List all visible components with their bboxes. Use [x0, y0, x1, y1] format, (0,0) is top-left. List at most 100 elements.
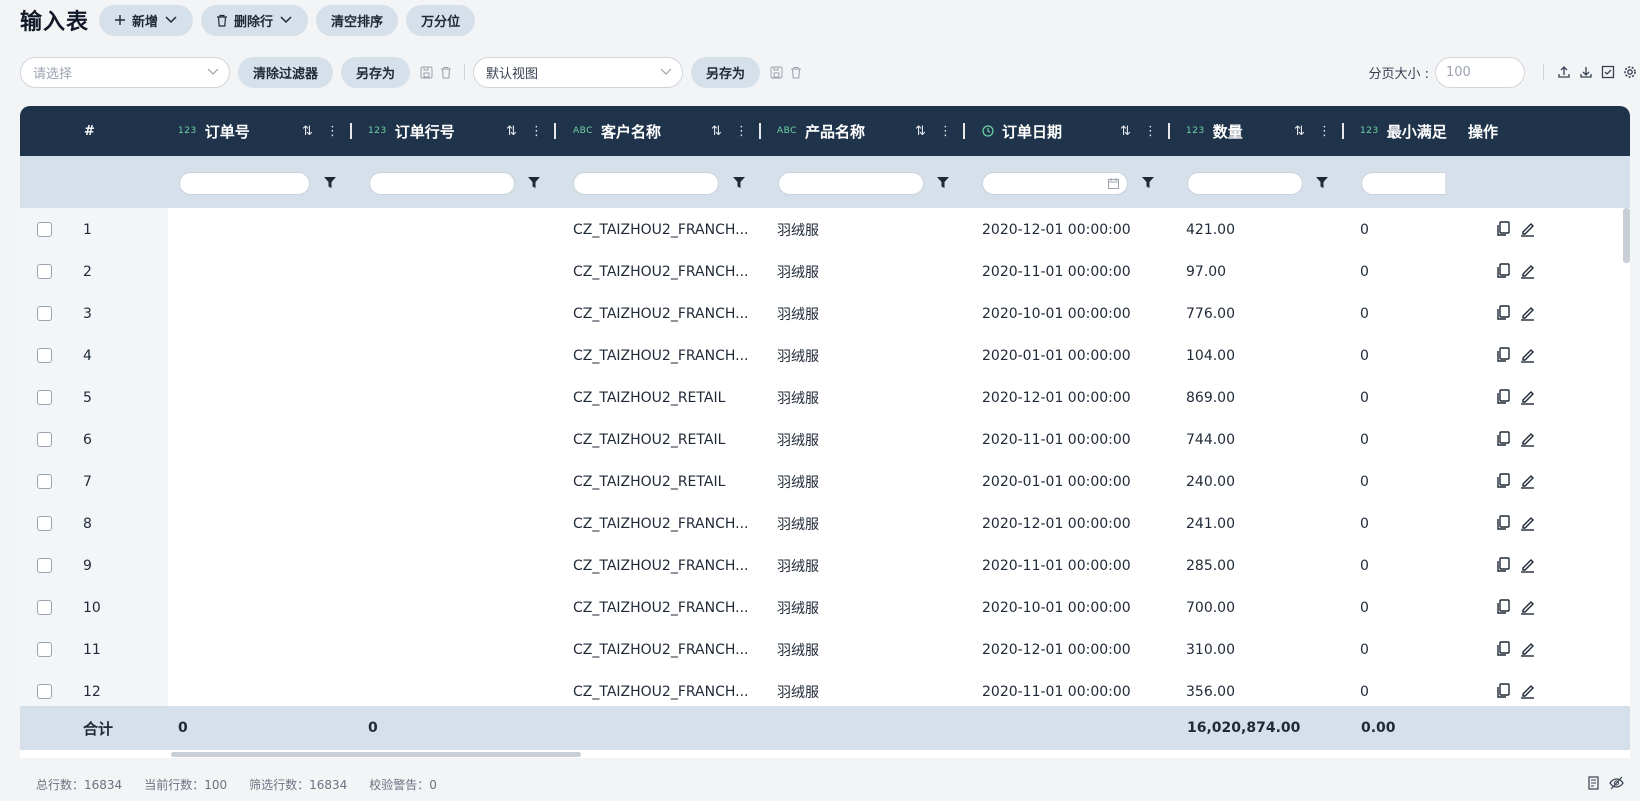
thousands-separator-button[interactable]: 万分位 — [406, 4, 476, 36]
copy-icon[interactable] — [1496, 641, 1510, 657]
edit-icon[interactable] — [1520, 221, 1535, 237]
copy-icon[interactable] — [1496, 557, 1510, 573]
more-vertical-icon[interactable]: ⋮ — [1318, 124, 1331, 139]
table-row[interactable]: 2 CZ_TAIZHOU2_FRANCH... 羽绒服 2020-11-01 00:0… — [20, 250, 1630, 294]
row-checkbox[interactable] — [37, 642, 52, 657]
filter-input-quantity[interactable] — [1187, 172, 1303, 195]
column-header-customer[interactable]: ABC 客户名称 — [573, 106, 661, 156]
sort-icon[interactable]: ⇅ — [302, 124, 313, 139]
row-checkbox[interactable] — [37, 600, 52, 615]
edit-icon[interactable] — [1520, 263, 1535, 279]
funnel-icon[interactable] — [1316, 177, 1328, 188]
filter-select[interactable]: 请选择 — [20, 56, 230, 88]
column-divider[interactable] — [350, 123, 352, 139]
copy-icon[interactable] — [1496, 221, 1510, 237]
vertical-scrollbar[interactable] — [1623, 208, 1630, 263]
column-header-product[interactable]: ABC 产品名称 — [777, 106, 865, 156]
edit-icon[interactable] — [1520, 683, 1535, 699]
row-checkbox[interactable] — [37, 474, 52, 489]
copy-icon[interactable] — [1496, 683, 1510, 699]
row-checkbox[interactable] — [37, 432, 52, 447]
edit-icon[interactable] — [1520, 641, 1535, 657]
table-row[interactable]: 12 CZ_TAIZHOU2_FRANCH... 羽绒服 2020-11-01 00:… — [20, 670, 1630, 706]
clear-filter-button[interactable]: 清除过滤器 — [238, 56, 334, 88]
funnel-icon[interactable] — [1142, 177, 1154, 188]
horizontal-scrollbar[interactable] — [171, 752, 581, 757]
column-header-order-line[interactable]: 123 订单行号 — [368, 106, 455, 156]
row-checkbox[interactable] — [37, 516, 52, 531]
row-checkbox[interactable] — [37, 222, 52, 237]
column-header-quantity[interactable]: 123 数量 — [1186, 106, 1243, 156]
filter-input-order-no[interactable] — [179, 172, 310, 195]
table-row[interactable]: 5 CZ_TAIZHOU2_RETAIL 羽绒服 2020-12-01 00:00:0… — [20, 376, 1630, 420]
page-size-input[interactable]: 100 — [1435, 56, 1525, 88]
view-select[interactable]: 默认视图 — [473, 56, 684, 88]
table-row[interactable]: 7 CZ_TAIZHOU2_RETAIL 羽绒服 2020-01-01 00:00:0… — [20, 460, 1630, 504]
edit-icon[interactable] — [1520, 515, 1535, 531]
edit-icon[interactable] — [1520, 431, 1535, 447]
row-checkbox[interactable] — [37, 390, 52, 405]
column-header-order-date[interactable]: 订单日期 — [982, 106, 1062, 156]
row-checkbox[interactable] — [37, 558, 52, 573]
copy-icon[interactable] — [1496, 599, 1510, 615]
sort-icon[interactable]: ⇅ — [1294, 124, 1305, 139]
column-divider[interactable] — [963, 123, 965, 139]
column-header-order-no[interactable]: 123 订单号 — [178, 106, 250, 156]
row-checkbox[interactable] — [37, 306, 52, 321]
eye-off-icon[interactable] — [1609, 776, 1624, 794]
table-row[interactable]: 10 CZ_TAIZHOU2_FRANCH... 羽绒服 2020-10-01 00:… — [20, 586, 1630, 630]
table-row[interactable]: 8 CZ_TAIZHOU2_FRANCH... 羽绒服 2020-12-01 00:0… — [20, 502, 1630, 546]
sort-icon[interactable]: ⇅ — [506, 124, 517, 139]
edit-icon[interactable] — [1520, 599, 1535, 615]
column-divider[interactable] — [554, 123, 556, 139]
column-divider[interactable] — [1168, 123, 1170, 139]
more-vertical-icon[interactable]: ⋮ — [735, 124, 748, 139]
download-icon[interactable] — [1576, 62, 1596, 82]
copy-icon[interactable] — [1496, 515, 1510, 531]
more-vertical-icon[interactable]: ⋮ — [530, 124, 543, 139]
table-row[interactable]: 4 CZ_TAIZHOU2_FRANCH... 羽绒服 2020-01-01 00:0… — [20, 334, 1630, 378]
delete-row-button[interactable]: 删除行 — [201, 4, 309, 36]
column-divider[interactable] — [1342, 123, 1344, 139]
save-icon[interactable] — [766, 62, 786, 82]
edit-icon[interactable] — [1520, 305, 1535, 321]
trash-icon[interactable] — [786, 62, 806, 82]
gear-icon[interactable] — [1620, 62, 1640, 82]
funnel-icon[interactable] — [733, 177, 745, 188]
column-divider[interactable] — [759, 123, 761, 139]
copy-icon[interactable] — [1496, 473, 1510, 489]
trash-icon[interactable] — [436, 62, 456, 82]
table-row[interactable]: 9 CZ_TAIZHOU2_FRANCH... 羽绒服 2020-11-01 00:0… — [20, 544, 1630, 588]
filter-input-min-fulfill[interactable] — [1361, 172, 1445, 195]
filter-input-date[interactable] — [982, 172, 1128, 195]
table-row[interactable]: 6 CZ_TAIZHOU2_RETAIL 羽绒服 2020-11-01 00:00:0… — [20, 418, 1630, 462]
edit-icon[interactable] — [1520, 473, 1535, 489]
report-icon[interactable] — [1587, 776, 1601, 794]
filter-input-customer[interactable] — [573, 172, 719, 195]
more-vertical-icon[interactable]: ⋮ — [1144, 124, 1157, 139]
column-header-min-fulfill[interactable]: 123 最小满足 — [1360, 106, 1465, 156]
copy-icon[interactable] — [1496, 431, 1510, 447]
table-row[interactable]: 11 CZ_TAIZHOU2_FRANCH... 羽绒服 2020-12-01 00:… — [20, 628, 1630, 672]
upload-icon[interactable] — [1554, 62, 1574, 82]
table-row[interactable]: 1 CZ_TAIZHOU2_FRANCH... 羽绒服 2020-12-01 00:0… — [20, 208, 1630, 252]
checkbox-square-icon[interactable] — [1598, 62, 1618, 82]
table-row[interactable]: 3 CZ_TAIZHOU2_FRANCH... 羽绒服 2020-10-01 00:0… — [20, 292, 1630, 336]
save-as-view-button[interactable]: 另存为 — [691, 56, 761, 88]
edit-icon[interactable] — [1520, 557, 1535, 573]
add-button[interactable]: 新增 — [99, 4, 194, 36]
funnel-icon[interactable] — [324, 177, 336, 188]
funnel-icon[interactable] — [937, 177, 949, 188]
more-vertical-icon[interactable]: ⋮ — [939, 124, 952, 139]
row-checkbox[interactable] — [37, 684, 52, 699]
edit-icon[interactable] — [1520, 347, 1535, 363]
more-vertical-icon[interactable]: ⋮ — [326, 124, 339, 139]
clear-sort-button[interactable]: 清空排序 — [316, 4, 399, 36]
copy-icon[interactable] — [1496, 389, 1510, 405]
sort-icon[interactable]: ⇅ — [1120, 124, 1131, 139]
copy-icon[interactable] — [1496, 347, 1510, 363]
edit-icon[interactable] — [1520, 389, 1535, 405]
funnel-icon[interactable] — [528, 177, 540, 188]
save-as-filter-button[interactable]: 另存为 — [341, 56, 411, 88]
copy-icon[interactable] — [1496, 305, 1510, 321]
